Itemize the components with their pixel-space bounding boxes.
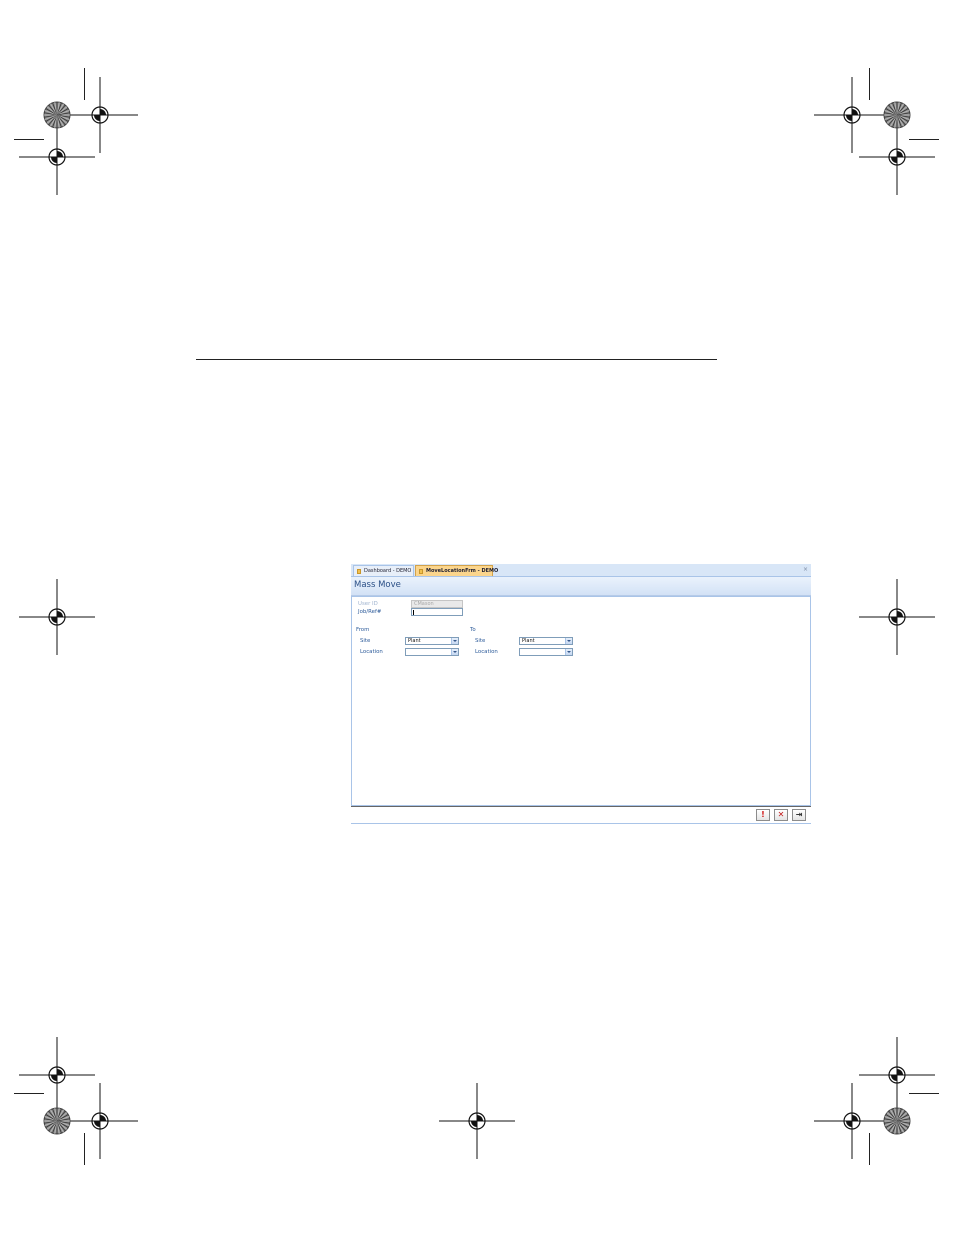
crop-line — [84, 1133, 85, 1165]
from-site-label: Site — [360, 638, 371, 644]
page-rule — [196, 359, 717, 360]
jobref-label: Job/Ref# — [358, 609, 382, 615]
cancel-button[interactable]: ✕ — [774, 809, 788, 821]
form-body: User ID CMason Job/Ref# From Site Plant … — [351, 596, 811, 806]
chevron-down-icon[interactable] — [451, 649, 458, 655]
to-site-label: Site — [475, 638, 486, 644]
page-title: Mass Move — [354, 580, 401, 590]
document-tab-bar: Dashboard - DEMO MoveLocationFrm - DEMO … — [351, 564, 811, 577]
registration-mark-icon — [19, 579, 95, 655]
crop-line — [84, 68, 85, 100]
tab-move-location[interactable]: MoveLocationFrm - DEMO — [415, 565, 498, 576]
user-id-label: User ID — [358, 601, 378, 607]
from-heading: From — [356, 627, 370, 633]
starburst-mark-icon — [43, 1107, 71, 1135]
crop-line — [869, 68, 870, 100]
crop-line — [14, 139, 44, 140]
from-location-label: Location — [360, 649, 383, 655]
registration-mark-icon — [859, 579, 935, 655]
crop-line — [14, 1093, 44, 1094]
crop-line — [909, 1093, 939, 1094]
starburst-mark-icon — [43, 101, 71, 129]
registration-mark-icon — [814, 1083, 890, 1159]
form-tab-icon — [419, 569, 423, 574]
jobref-input[interactable] — [411, 608, 463, 616]
chevron-down-icon[interactable] — [565, 638, 572, 644]
tab-move-location-label: MoveLocationFrm - DEMO — [426, 568, 499, 574]
to-location-select[interactable] — [519, 648, 573, 656]
to-location-label: Location — [475, 649, 498, 655]
starburst-mark-icon — [883, 1107, 911, 1135]
registration-mark-icon — [439, 1083, 515, 1159]
from-location-select[interactable] — [405, 648, 459, 656]
registration-mark-icon — [62, 1083, 138, 1159]
to-heading: To — [470, 627, 476, 633]
crop-line — [869, 1133, 870, 1165]
app-window: Dashboard - DEMO MoveLocationFrm - DEMO … — [351, 564, 811, 826]
user-id-field: CMason — [411, 600, 463, 608]
chevron-down-icon[interactable] — [451, 638, 458, 644]
form-footer: ! ✕ ⇥ — [351, 806, 811, 823]
to-site-select[interactable]: Plant — [519, 637, 573, 645]
to-site-value: Plant — [522, 638, 535, 644]
from-site-value: Plant — [408, 638, 421, 644]
text-caret — [413, 610, 414, 615]
exit-button[interactable]: ⇥ — [792, 809, 806, 821]
form-header: Mass Move — [351, 577, 811, 596]
tab-dashboard-label: Dashboard - DEMO — [364, 568, 412, 574]
exclamation-icon: ! — [761, 810, 765, 819]
close-icon[interactable]: × — [803, 565, 808, 575]
form-tab-icon — [357, 569, 361, 574]
execute-button[interactable]: ! — [756, 809, 770, 821]
from-site-select[interactable]: Plant — [405, 637, 459, 645]
footer-divider — [351, 823, 811, 824]
user-id-value: CMason — [414, 601, 434, 607]
cancel-x-icon: ✕ — [777, 810, 785, 819]
starburst-mark-icon — [883, 101, 911, 129]
chevron-down-icon[interactable] — [565, 649, 572, 655]
exit-door-icon: ⇥ — [795, 810, 803, 819]
crop-line — [909, 139, 939, 140]
tab-dashboard[interactable]: Dashboard - DEMO — [353, 565, 414, 576]
